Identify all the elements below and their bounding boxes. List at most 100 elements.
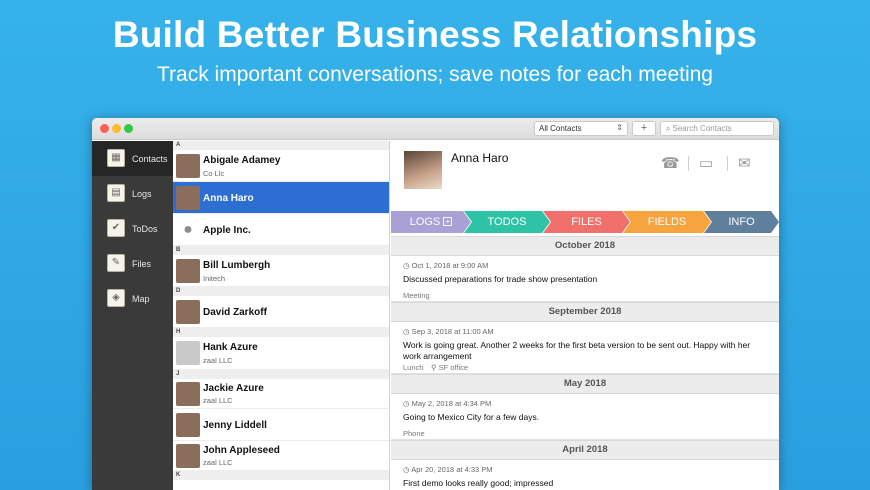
sidebar-item-todos[interactable]: ✔ ToDos: [92, 211, 173, 246]
contact-list: A Abigale Adamey Co Llc Anna Haro ● Appl…: [173, 141, 390, 490]
contact-row-apple-inc[interactable]: ● Apple Inc.: [173, 214, 389, 246]
log-date-text: Sep 3, 2018 at 11:00 AM: [411, 327, 494, 336]
contact-row-jenny-liddell[interactable]: Jenny Liddell: [173, 409, 389, 441]
log-list: October 2018 ◷ Oct 1, 2018 at 9:00 AM Di…: [391, 236, 779, 490]
paperclip-icon: ✎: [107, 254, 125, 272]
log-entry[interactable]: ◷ May 2, 2018 at 4:34 PM Going to Mexico…: [391, 394, 779, 440]
divider: [688, 156, 689, 171]
contact-filter-select[interactable]: All Contacts ⇕: [534, 121, 628, 136]
contact-company: Co Llc: [203, 169, 225, 178]
section-letter: D: [173, 287, 389, 296]
log-text: Going to Mexico City for a few days.: [403, 412, 540, 422]
contact-detail: Anna Haro ☎ ▭ ✉ LOGS + TODOS FILES FIELDS…: [391, 141, 779, 490]
contact-name: Bill Lumbergh: [203, 260, 271, 271]
avatar: [176, 186, 200, 210]
contact-company: zaal LLC: [203, 458, 233, 467]
month-header: September 2018: [391, 302, 779, 322]
log-date: ◷ Oct 1, 2018 at 9:00 AM: [403, 261, 488, 270]
add-contact-button[interactable]: +: [632, 121, 656, 136]
contact-name: Jenny Liddell: [203, 420, 267, 431]
avatar: [176, 444, 200, 468]
log-entry[interactable]: ◷ Apr 20, 2018 at 4:33 PM First demo loo…: [391, 460, 779, 490]
contact-row-anna-haro[interactable]: Anna Haro: [173, 182, 389, 214]
contact-company: zaal LLC: [203, 356, 233, 365]
sidebar: ▦ Contacts ▤ Logs ✔ ToDos ✎ Files ◈ Map: [92, 141, 173, 490]
message-bubble-icon[interactable]: ▭: [699, 154, 713, 172]
log-entry[interactable]: ◷ Oct 1, 2018 at 9:00 AM Discussed prepa…: [391, 256, 779, 302]
contact-row-david-zarkoff[interactable]: David Zarkoff: [173, 296, 389, 328]
promo-headline: Build Better Business Relationships: [112, 14, 758, 55]
avatar: [176, 259, 200, 283]
minimize-window-button[interactable]: [112, 124, 121, 133]
contact-company: Initech: [203, 274, 226, 283]
contact-name: Anna Haro: [203, 193, 254, 204]
location-pin-icon: ⚲: [431, 363, 437, 372]
log-location-text: SF office: [438, 363, 469, 372]
sidebar-item-contacts[interactable]: ▦ Contacts: [92, 141, 173, 176]
logs-book-icon: ▤: [107, 184, 125, 202]
clock-icon: ◷: [403, 261, 410, 270]
contact-name: Hank Azure: [203, 342, 258, 353]
contact-photo: [404, 151, 442, 189]
updown-chevron-icon: ⇕: [616, 123, 623, 132]
section-letter: K: [173, 471, 389, 480]
search-input[interactable]: ⌕ Search Contacts: [660, 121, 774, 136]
log-date-text: Oct 1, 2018 at 9:00 AM: [411, 261, 489, 270]
sidebar-item-label: Contacts: [132, 154, 168, 164]
month-header: May 2018: [391, 374, 779, 394]
tab-fields[interactable]: FIELDS: [623, 211, 711, 233]
detail-tabs: LOGS + TODOS FILES FIELDS INFO: [391, 211, 779, 233]
contact-name: Jackie Azure: [203, 383, 264, 394]
contact-row-jackie-azure[interactable]: Jackie Azure zaal LLC: [173, 379, 389, 409]
tab-files[interactable]: FILES: [543, 211, 630, 233]
promo-subline: Track important conversations; save note…: [157, 63, 713, 86]
title-bar: All Contacts ⇕ + ⌕ Search Contacts: [92, 118, 779, 140]
apple-logo-icon: ●: [176, 218, 200, 242]
contact-filter-value: All Contacts: [539, 124, 582, 133]
avatar: [176, 154, 200, 178]
log-text: Work is going great. Another 2 weeks for…: [403, 340, 751, 361]
log-type: Meeting: [403, 291, 430, 300]
contact-row-hank-azure[interactable]: Hank Azure zaal LLC: [173, 337, 389, 370]
detail-contact-name: Anna Haro: [451, 151, 509, 165]
log-text: Discussed preparations for trade show pr…: [403, 274, 598, 284]
sidebar-item-map[interactable]: ◈ Map: [92, 281, 173, 316]
phone-icon[interactable]: ☎: [661, 154, 680, 172]
sidebar-item-logs[interactable]: ▤ Logs: [92, 176, 173, 211]
log-location: ⚲ SF office: [431, 363, 468, 372]
contact-name: David Zarkoff: [203, 307, 267, 318]
tab-label: LOGS: [409, 216, 441, 228]
sidebar-item-files[interactable]: ✎ Files: [92, 246, 173, 281]
app-window: All Contacts ⇕ + ⌕ Search Contacts ▦ Cont…: [92, 118, 779, 490]
tab-logs[interactable]: LOGS +: [391, 211, 471, 233]
month-header: April 2018: [391, 440, 779, 460]
search-placeholder: Search Contacts: [672, 124, 732, 133]
add-log-button[interactable]: +: [443, 217, 452, 226]
contact-row-bill-lumbergh[interactable]: Bill Lumbergh Initech: [173, 255, 389, 287]
tab-info[interactable]: INFO: [704, 211, 779, 233]
clock-icon: ◷: [403, 465, 410, 474]
close-window-button[interactable]: [100, 124, 109, 133]
log-date: ◷ Sep 3, 2018 at 11:00 AM: [403, 327, 494, 336]
contact-company: zaal LLC: [203, 396, 233, 405]
log-date-text: Apr 20, 2018 at 4:33 PM: [411, 465, 493, 474]
avatar: [176, 382, 200, 406]
zoom-window-button[interactable]: [124, 124, 133, 133]
clock-icon: ◷: [403, 399, 410, 408]
log-entry[interactable]: ◷ Sep 3, 2018 at 11:00 AM Work is going …: [391, 322, 779, 374]
contact-name: John Appleseed: [203, 445, 280, 456]
section-letter: H: [173, 328, 389, 337]
search-icon: ⌕: [666, 124, 671, 133]
avatar: [176, 341, 200, 365]
map-icon: ◈: [107, 289, 125, 307]
tab-todos[interactable]: TODOS: [464, 211, 550, 233]
log-type: Phone: [403, 429, 425, 438]
mail-envelope-icon[interactable]: ✉: [738, 154, 751, 172]
avatar: [176, 413, 200, 437]
contact-row-abigale-adamey[interactable]: Abigale Adamey Co Llc: [173, 150, 389, 182]
section-letter: A: [173, 141, 389, 150]
contact-row-john-appleseed[interactable]: John Appleseed zaal LLC: [173, 441, 389, 471]
clock-icon: ◷: [403, 327, 410, 336]
log-date-text: May 2, 2018 at 4:34 PM: [411, 399, 492, 408]
todo-check-icon: ✔: [107, 219, 125, 237]
